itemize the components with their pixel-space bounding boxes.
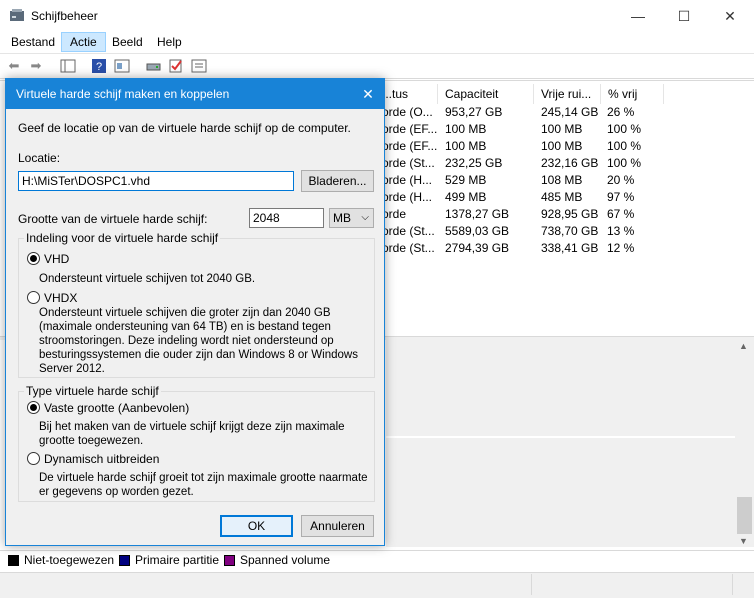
table-cell: orde (St... [382,156,435,170]
menu-help[interactable]: Help [149,32,190,52]
table-cell: 13 % [607,224,635,238]
forward-arrow-icon[interactable]: ➡ [28,58,44,74]
disk-map-row [386,340,735,436]
disk-icon[interactable] [146,58,162,74]
dynamic-radio[interactable] [27,452,40,465]
table-cell: 100 MB [541,122,583,136]
legend-label: Primaire partitie [135,553,220,567]
legend-swatch-unallocated [8,555,19,566]
dynamic-label[interactable]: Dynamisch uitbreiden [44,452,159,466]
table-cell: 100 % [607,122,642,136]
chevron-down-icon: ⌵ [361,212,369,223]
legend-swatch-spanned [224,555,235,566]
table-cell: 338,41 GB [541,241,599,255]
disk-management-icon [10,9,24,21]
vhd-description: Ondersteunt virtuele schijven tot 2040 G… [39,273,256,285]
table-cell: 20 % [607,173,635,187]
menu-bestand[interactable]: Bestand [3,32,63,52]
location-input[interactable]: H:\MiSTer\DOSPC1.vhd [18,171,294,191]
size-unit-select[interactable]: MB ⌵ [329,208,374,228]
status-cell [0,574,532,595]
maximize-button[interactable]: ☐ [661,0,707,32]
menu-beeld[interactable]: Beeld [104,32,151,52]
table-cell: 100 MB [541,139,583,153]
ok-button[interactable]: OK [220,515,293,537]
disk-map-row [386,438,735,547]
col-vrije-ruimte[interactable]: Vrije rui... [535,84,601,104]
scrollbar-thumb[interactable] [737,497,752,534]
table-cell: 529 MB [445,173,487,187]
table-cell: 499 MB [445,190,487,204]
col-status[interactable]: ...tus [376,84,438,104]
fixed-size-label[interactable]: Vaste grootte (Aanbevolen) [44,401,189,415]
legend-label: Niet-toegewezen [24,553,115,567]
table-cell: 26 % [607,105,635,119]
table-cell: orde (H... [382,173,433,187]
size-unit-value: MB [333,211,351,225]
table-cell: 1378,27 GB [445,207,510,221]
dialog-close-button[interactable]: ✕ [356,84,380,104]
table-cell: 953,27 GB [445,105,503,119]
properties-icon[interactable] [114,58,130,74]
table-cell: 5589,03 GB [445,224,510,238]
vhdx-description: Ondersteunt virtuele schijven die groter… [39,307,358,375]
fixed-size-description: Bij het maken van de virtuele schijf kri… [39,421,345,447]
table-cell: orde (EF... [382,139,438,153]
menu-actie[interactable]: Actie [61,32,106,52]
table-cell: 232,25 GB [445,156,503,170]
col-pct-vrij[interactable]: % vrij [602,84,664,104]
table-cell: orde (H... [382,190,433,204]
check-icon[interactable] [168,58,184,74]
table-cell: orde (O... [382,105,433,119]
location-label: Locatie: [18,151,61,165]
table-cell: 100 MB [445,139,487,153]
minimize-button[interactable]: — [615,0,661,32]
dialog-title: Virtuele harde schijf maken en koppelen [16,87,230,101]
table-cell: 928,95 GB [541,207,599,221]
legend-label: Spanned volume [240,553,331,567]
cancel-button[interactable]: Annuleren [301,515,374,537]
col-capaciteit[interactable]: Capaciteit [439,84,534,104]
table-cell: 100 MB [445,122,487,136]
scroll-up-icon[interactable]: ▲ [739,341,748,351]
table-cell: 245,14 GB [541,105,599,119]
table-cell: 485 MB [541,190,583,204]
table-cell: orde [382,207,407,221]
vhd-label[interactable]: VHD [44,252,69,266]
table-cell: orde (St... [382,224,435,238]
size-input[interactable]: 2048 [249,208,324,228]
table-cell: 100 % [607,156,642,170]
table-cell: 12 % [607,241,635,255]
vhdx-radio[interactable] [27,291,40,304]
col-empty [665,84,754,104]
size-label: Grootte van de virtuele harde schijf: [18,212,208,226]
table-cell: orde (St... [382,241,435,255]
vhd-radio[interactable] [27,252,40,265]
table-cell: orde (EF... [382,122,438,136]
browse-button[interactable]: Bladeren... [301,170,374,192]
dialog-intro: Geef de locatie op van de virtuele harde… [18,121,351,135]
type-group-label: Type virtuele harde schijf [24,384,161,398]
svg-text:?: ? [96,61,102,73]
format-group-label: Indeling voor de virtuele harde schijf [24,231,221,245]
fixed-size-radio[interactable] [27,401,40,414]
table-cell: 738,70 GB [541,224,599,238]
dynamic-description: De virtuele harde schijf groeit tot zijn… [39,472,368,498]
back-arrow-icon[interactable]: ⬅ [6,58,22,74]
table-cell: 232,16 GB [541,156,599,170]
table-cell: 2794,39 GB [445,241,510,255]
table-cell: 67 % [607,207,635,221]
legend-swatch-primary [119,555,130,566]
console-tree-icon[interactable] [60,58,76,74]
list-view-icon[interactable] [191,58,207,74]
vhdx-label[interactable]: VHDX [44,291,77,305]
scroll-down-icon[interactable]: ▼ [739,536,748,546]
status-cell [532,574,733,595]
help-icon[interactable]: ? [91,58,107,74]
table-cell: 97 % [607,190,635,204]
close-button[interactable]: ✕ [707,0,753,32]
table-cell: 108 MB [541,173,583,187]
table-cell: 100 % [607,139,642,153]
window-title: Schijfbeheer [31,9,98,23]
